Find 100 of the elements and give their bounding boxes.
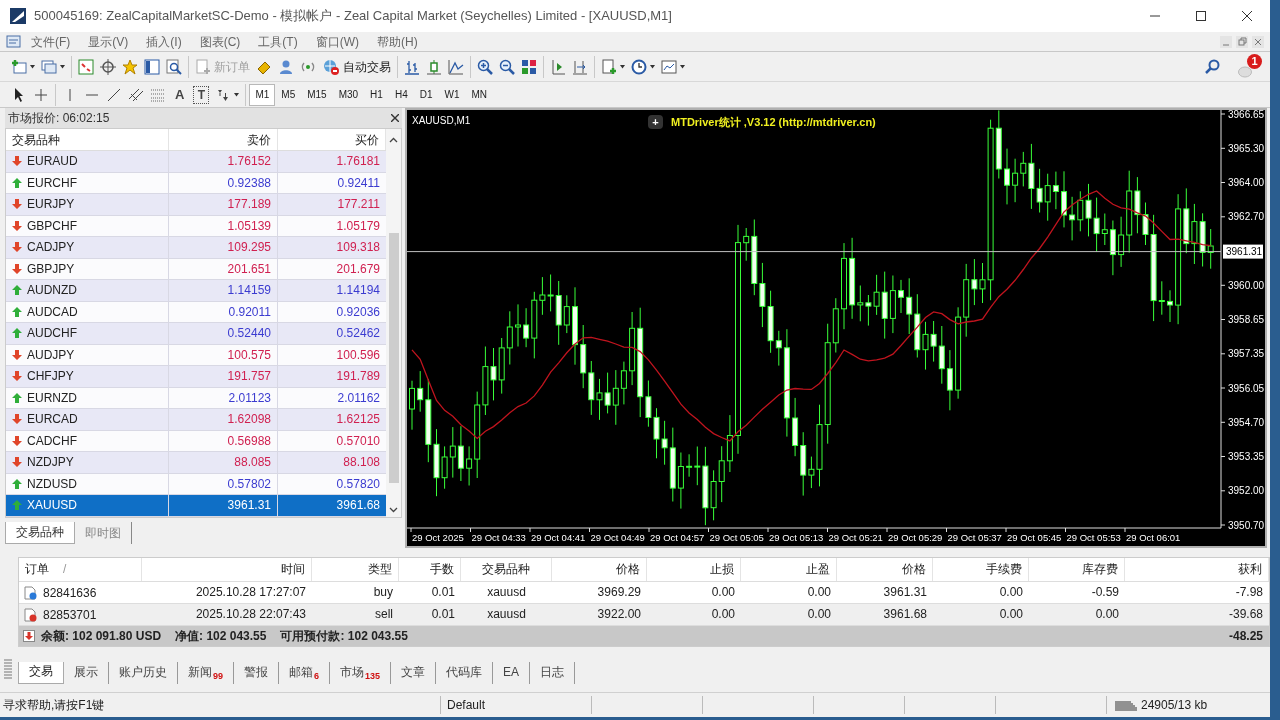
order-cell-text: 0.00 [710,584,736,601]
quote-row[interactable]: EURAUD 1.76152 1.76181 [6,151,386,173]
symbol-cell-text: EURCHF [27,174,77,192]
terminal-tab[interactable]: 账户历史 [109,662,178,684]
menu-item[interactable]: 工具(T) [249,32,307,51]
quote-row[interactable]: NZDJPY 88.085 88.108 [6,452,386,474]
down-arrow-icon [23,630,35,642]
timeframe-button[interactable]: H4 [388,83,414,106]
text-label-button[interactable]: T [193,85,210,104]
terminal-tab[interactable]: 展示 [64,662,109,684]
panel-tab[interactable]: 交易品种 [5,521,75,544]
quote-row[interactable]: EURCAD 1.62098 1.62125 [6,409,386,431]
terminal-tab[interactable]: 代码库 [436,662,494,684]
timeframe-button[interactable]: H1 [364,83,389,106]
time-tick-label: 29 Oct 2025 [412,532,464,543]
chart-title: XAUUSD,M1 [412,114,471,128]
column-header[interactable]: 价格 [837,558,933,581]
menu-item[interactable]: 插入(I) [137,32,191,51]
order-cell-text: 0.00 [806,606,832,623]
quote-row[interactable]: AUDNZD 1.14159 1.14194 [6,280,386,302]
column-header[interactable]: 止盈 [741,558,837,581]
chat-button[interactable]: 1 [1238,55,1260,78]
bid-cell: 100.575 [169,344,278,365]
timeframe-button[interactable]: D1 [413,83,439,106]
terminal-tab[interactable]: 警报 [234,662,279,684]
price-tick-label: 3952.00 [1228,485,1265,497]
quote-row[interactable]: AUDJPY 100.575 100.596 [6,344,386,366]
quote-row[interactable]: AUDCHF 0.52440 0.52462 [6,323,386,345]
timeframe-button[interactable]: W1 [438,83,466,106]
terminal-tab[interactable]: 日志 [530,662,576,684]
price-tick-label: 3956.05 [1228,382,1265,394]
menu-item[interactable]: 帮助(H) [368,32,427,51]
scrollbar-thumb[interactable] [388,233,399,483]
column-header[interactable]: 卖价 [169,129,278,150]
close-button[interactable] [391,114,399,122]
quote-row[interactable]: CADCHF 0.56988 0.57010 [6,430,386,452]
timeframe-button[interactable]: M1 [249,83,276,106]
quote-row[interactable]: NZDUSD 0.57802 0.57820 [6,473,386,495]
order-cell-text: 3961.68 [882,606,928,623]
column-header[interactable]: 价格 [552,558,647,581]
order-cell-text: -0.59 [1090,584,1120,601]
text-tool-button[interactable]: A [169,82,191,107]
terminal-tab[interactable]: 文章 [391,662,437,684]
terminal-tab[interactable]: 交易 [18,662,64,684]
bid-cell: 1.14159 [169,280,278,301]
windows-icon [41,58,57,75]
quote-row[interactable]: CHFJPY 191.757 191.789 [6,366,386,388]
column-header[interactable]: 订单 / [19,558,142,581]
quote-row[interactable]: CADJPY 109.295 109.318 [6,237,386,259]
terminal-tab[interactable]: EA [493,662,531,684]
menu-item[interactable]: 显示(V) [79,32,138,51]
quote-row[interactable]: EURCHF 0.92388 0.92411 [6,172,386,194]
column-header[interactable]: 获利 [1125,558,1269,581]
column-header[interactable]: 手数 [399,558,461,581]
caret-icon [234,92,240,97]
menu-item[interactable]: 窗口(W) [306,32,368,51]
symbol-cell-text: NZDJPY [27,454,74,472]
ask-cell-text: 191.789 [335,368,381,385]
column-header[interactable]: 止损 [647,558,741,581]
column-header[interactable]: 交易品种 [461,558,552,581]
caret-icon [680,64,685,69]
clock-icon [631,58,647,75]
timeframe-button[interactable]: M15 [301,83,333,106]
symbol-cell-text: CADCHF [27,432,77,450]
order-cell-text: 2025.10.28 17:27:07 [194,584,307,601]
chevron-up-icon [389,137,398,143]
quote-row[interactable]: GBPCHF 1.05139 1.05179 [6,215,386,237]
quote-row[interactable]: GBPJPY 201.651 201.679 [6,258,386,280]
scrollbar[interactable] [386,129,401,517]
time-tick-label: 29 Oct 04:33 [471,532,526,543]
window-icon [78,58,94,75]
order-cell-text: buy [372,584,394,601]
speech-bubble-icon [1238,65,1252,78]
sell-order-icon [23,607,37,622]
symbol-cell-text: AUDCHF [27,325,77,343]
menu-item[interactable]: 文件(F) [22,32,80,51]
symbol-cell-text: AUDNZD [27,282,77,300]
quote-row[interactable]: EURNZD 2.01123 2.01162 [6,387,386,409]
column-header[interactable]: 类型 [312,558,399,581]
bid-cell: 177.189 [169,194,278,215]
timeframe-button[interactable]: M30 [332,83,365,106]
expand-button[interactable]: + [648,115,663,130]
quote-row[interactable]: AUDCAD 0.92011 0.92036 [6,301,386,323]
column-header[interactable]: 交易品种 [6,129,169,150]
symbol-cell-text: EURAUD [27,153,78,171]
zoom-in-icon [477,58,493,75]
time-tick-label: 29 Oct 05:53 [1066,532,1121,543]
column-header[interactable]: 时间 [142,558,312,581]
status-profile: Default [446,697,487,714]
menu-item[interactable]: 图表(C) [190,32,250,51]
order-row[interactable]: 82853701 2025.10.28 22:07:43 sell 0.01 xauusd 3922.00 0.00 0.00 3961.68 0.00 0.00 -39.68 [19,604,1269,626]
timeframe-button[interactable]: MN [465,83,494,106]
timeframe-button[interactable]: M5 [275,83,302,106]
ask-cell-text: 0.92411 [336,174,381,192]
order-cell-text: 0.00 [998,606,1024,623]
quote-row[interactable]: XAUUSD 3961.31 3961.68 [6,495,386,517]
auto-trading-button[interactable]: 自动交易 [319,54,394,79]
column-header[interactable]: 手续费 [933,558,1029,581]
quote-row[interactable]: EURJPY 177.189 177.211 [6,194,386,216]
column-header[interactable]: 库存费 [1029,558,1125,581]
